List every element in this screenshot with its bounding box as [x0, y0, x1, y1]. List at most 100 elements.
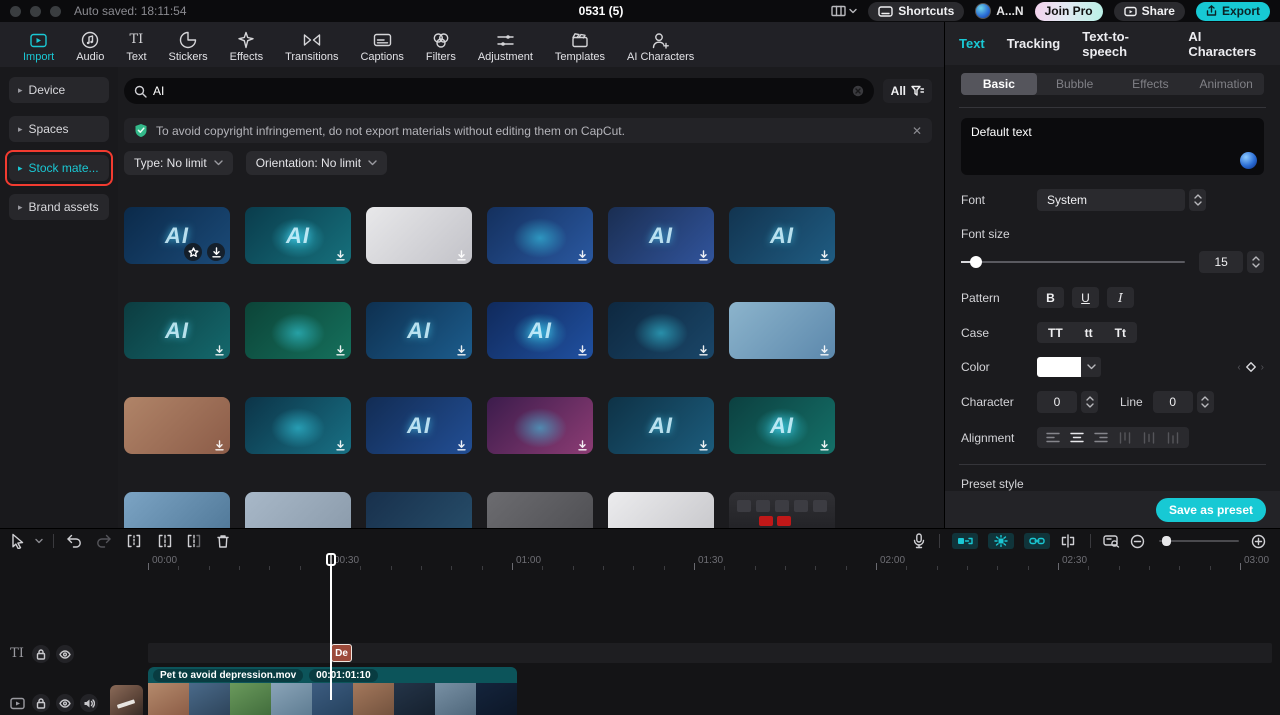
- download-icon[interactable]: [819, 250, 830, 261]
- stock-tile[interactable]: AI: [124, 207, 230, 264]
- close-notice-icon[interactable]: ✕: [912, 124, 922, 138]
- redo-button[interactable]: [96, 534, 112, 548]
- subtab-effects[interactable]: Effects: [1113, 73, 1189, 95]
- tab-captions[interactable]: Captions: [349, 31, 414, 63]
- align-right-icon[interactable]: [1089, 427, 1113, 448]
- select-tool-chevron-icon[interactable]: [35, 538, 43, 544]
- download-icon[interactable]: [214, 345, 225, 356]
- lock-icon[interactable]: [32, 694, 50, 712]
- tab-import[interactable]: Import: [12, 31, 65, 63]
- video-clip[interactable]: Pet to avoid depression.mov 00:01:01:10: [148, 667, 517, 715]
- download-icon[interactable]: [698, 345, 709, 356]
- stock-tile[interactable]: [366, 207, 472, 264]
- export-button[interactable]: Export: [1196, 2, 1270, 21]
- zoom-out-icon[interactable]: [1130, 534, 1145, 549]
- tab-audio[interactable]: Audio: [65, 31, 115, 63]
- undo-button[interactable]: [66, 534, 82, 548]
- stock-tile[interactable]: [245, 397, 351, 454]
- case-option-tt[interactable]: TT: [1037, 322, 1074, 343]
- align-left-icon[interactable]: [1041, 427, 1065, 448]
- tab-text[interactable]: TIText: [115, 31, 157, 63]
- text-content-input[interactable]: Default text: [961, 118, 1264, 175]
- type-filter-dropdown[interactable]: Type: No limit: [124, 151, 233, 175]
- auto-ripple-toggle[interactable]: [952, 533, 978, 549]
- delete-button[interactable]: [216, 534, 230, 549]
- download-icon[interactable]: [207, 243, 225, 261]
- speaker-icon[interactable]: [80, 694, 98, 712]
- case-option-tt[interactable]: tt: [1074, 322, 1104, 343]
- clip-cover-thumbnail[interactable]: [110, 685, 143, 715]
- window-zoom-button[interactable]: [50, 6, 61, 17]
- color-picker[interactable]: [1037, 357, 1101, 377]
- download-icon[interactable]: [456, 440, 467, 451]
- layout-switcher-button[interactable]: [831, 5, 857, 17]
- character-spacing-stepper[interactable]: [1081, 391, 1098, 413]
- sidebar-item-spaces[interactable]: ▸Spaces: [9, 116, 109, 142]
- panel-tab-text-to-speech[interactable]: Text-to-speech: [1082, 29, 1166, 59]
- underline-button[interactable]: U: [1072, 287, 1099, 308]
- bold-button[interactable]: B: [1037, 287, 1064, 308]
- stock-tile[interactable]: [487, 397, 593, 454]
- download-icon[interactable]: [456, 250, 467, 261]
- text-track[interactable]: De: [148, 643, 1272, 663]
- save-as-preset-button[interactable]: Save as preset: [1156, 498, 1266, 522]
- stock-tile[interactable]: AI: [729, 397, 835, 454]
- mirror-split-icon[interactable]: [1060, 534, 1076, 548]
- stock-tile[interactable]: AI: [366, 302, 472, 359]
- download-icon[interactable]: [819, 440, 830, 451]
- italic-button[interactable]: I: [1107, 287, 1134, 308]
- line-spacing-value[interactable]: 0: [1153, 391, 1193, 413]
- character-spacing-value[interactable]: 0: [1037, 391, 1077, 413]
- share-button[interactable]: Share: [1114, 2, 1185, 21]
- ai-orb-icon[interactable]: [1240, 152, 1257, 169]
- download-icon[interactable]: [214, 440, 225, 451]
- font-select[interactable]: System: [1037, 189, 1185, 211]
- keyframe-diamond-icon[interactable]: [1245, 361, 1257, 373]
- playhead-handle[interactable]: [326, 553, 336, 566]
- font-size-slider[interactable]: [961, 261, 1185, 263]
- sidebar-item-brand-assets[interactable]: ▸Brand assets: [9, 194, 109, 220]
- font-size-value[interactable]: 15: [1199, 251, 1243, 273]
- stock-tile[interactable]: [487, 207, 593, 264]
- record-voiceover-button[interactable]: [913, 533, 925, 549]
- snapping-toggle[interactable]: [988, 533, 1014, 549]
- split-right-button[interactable]: [186, 534, 202, 548]
- keyframe-prev-icon[interactable]: ‹: [1237, 362, 1240, 373]
- eye-icon[interactable]: [56, 694, 74, 712]
- panel-tab-ai-characters[interactable]: AI Characters: [1188, 29, 1266, 59]
- stock-tile[interactable]: [245, 302, 351, 359]
- eye-icon[interactable]: [56, 645, 74, 663]
- download-icon[interactable]: [456, 345, 467, 356]
- search-box[interactable]: [124, 78, 874, 104]
- stock-tile[interactable]: [366, 492, 472, 528]
- stock-tile[interactable]: AI: [487, 302, 593, 359]
- zoom-in-icon[interactable]: [1251, 534, 1266, 549]
- tab-ai-characters[interactable]: AI Characters: [616, 31, 705, 63]
- preview-axis-button[interactable]: [1103, 534, 1120, 548]
- stock-tile[interactable]: AI: [608, 207, 714, 264]
- sidebar-item-device[interactable]: ▸Device: [9, 77, 109, 103]
- font-size-slider-thumb[interactable]: [970, 256, 982, 268]
- download-icon[interactable]: [335, 250, 346, 261]
- favorite-star-icon[interactable]: [184, 243, 202, 261]
- playhead[interactable]: [330, 553, 332, 700]
- shortcuts-button[interactable]: Shortcuts: [868, 2, 964, 21]
- tab-transitions[interactable]: Transitions: [274, 31, 349, 63]
- tab-stickers[interactable]: Stickers: [158, 31, 219, 63]
- stock-tile[interactable]: [729, 302, 835, 359]
- subtab-basic[interactable]: Basic: [961, 73, 1037, 95]
- stock-tile[interactable]: AI: [124, 302, 230, 359]
- subtab-bubble[interactable]: Bubble: [1037, 73, 1113, 95]
- all-filter-button[interactable]: All: [883, 79, 932, 103]
- align-bottom-icon[interactable]: [1161, 427, 1185, 448]
- window-minimize-button[interactable]: [30, 6, 41, 17]
- align-middle-icon[interactable]: [1137, 427, 1161, 448]
- font-stepper[interactable]: [1189, 189, 1206, 211]
- window-close-button[interactable]: [10, 6, 21, 17]
- account-button[interactable]: A...N: [975, 3, 1023, 19]
- join-pro-button[interactable]: Join Pro: [1035, 2, 1103, 21]
- stock-tile[interactable]: [124, 492, 230, 528]
- timeline-zoom-slider[interactable]: [1159, 540, 1239, 542]
- sidebar-item-stock-mate[interactable]: ▸Stock mate...: [9, 155, 109, 181]
- tab-templates[interactable]: Templates: [544, 31, 616, 63]
